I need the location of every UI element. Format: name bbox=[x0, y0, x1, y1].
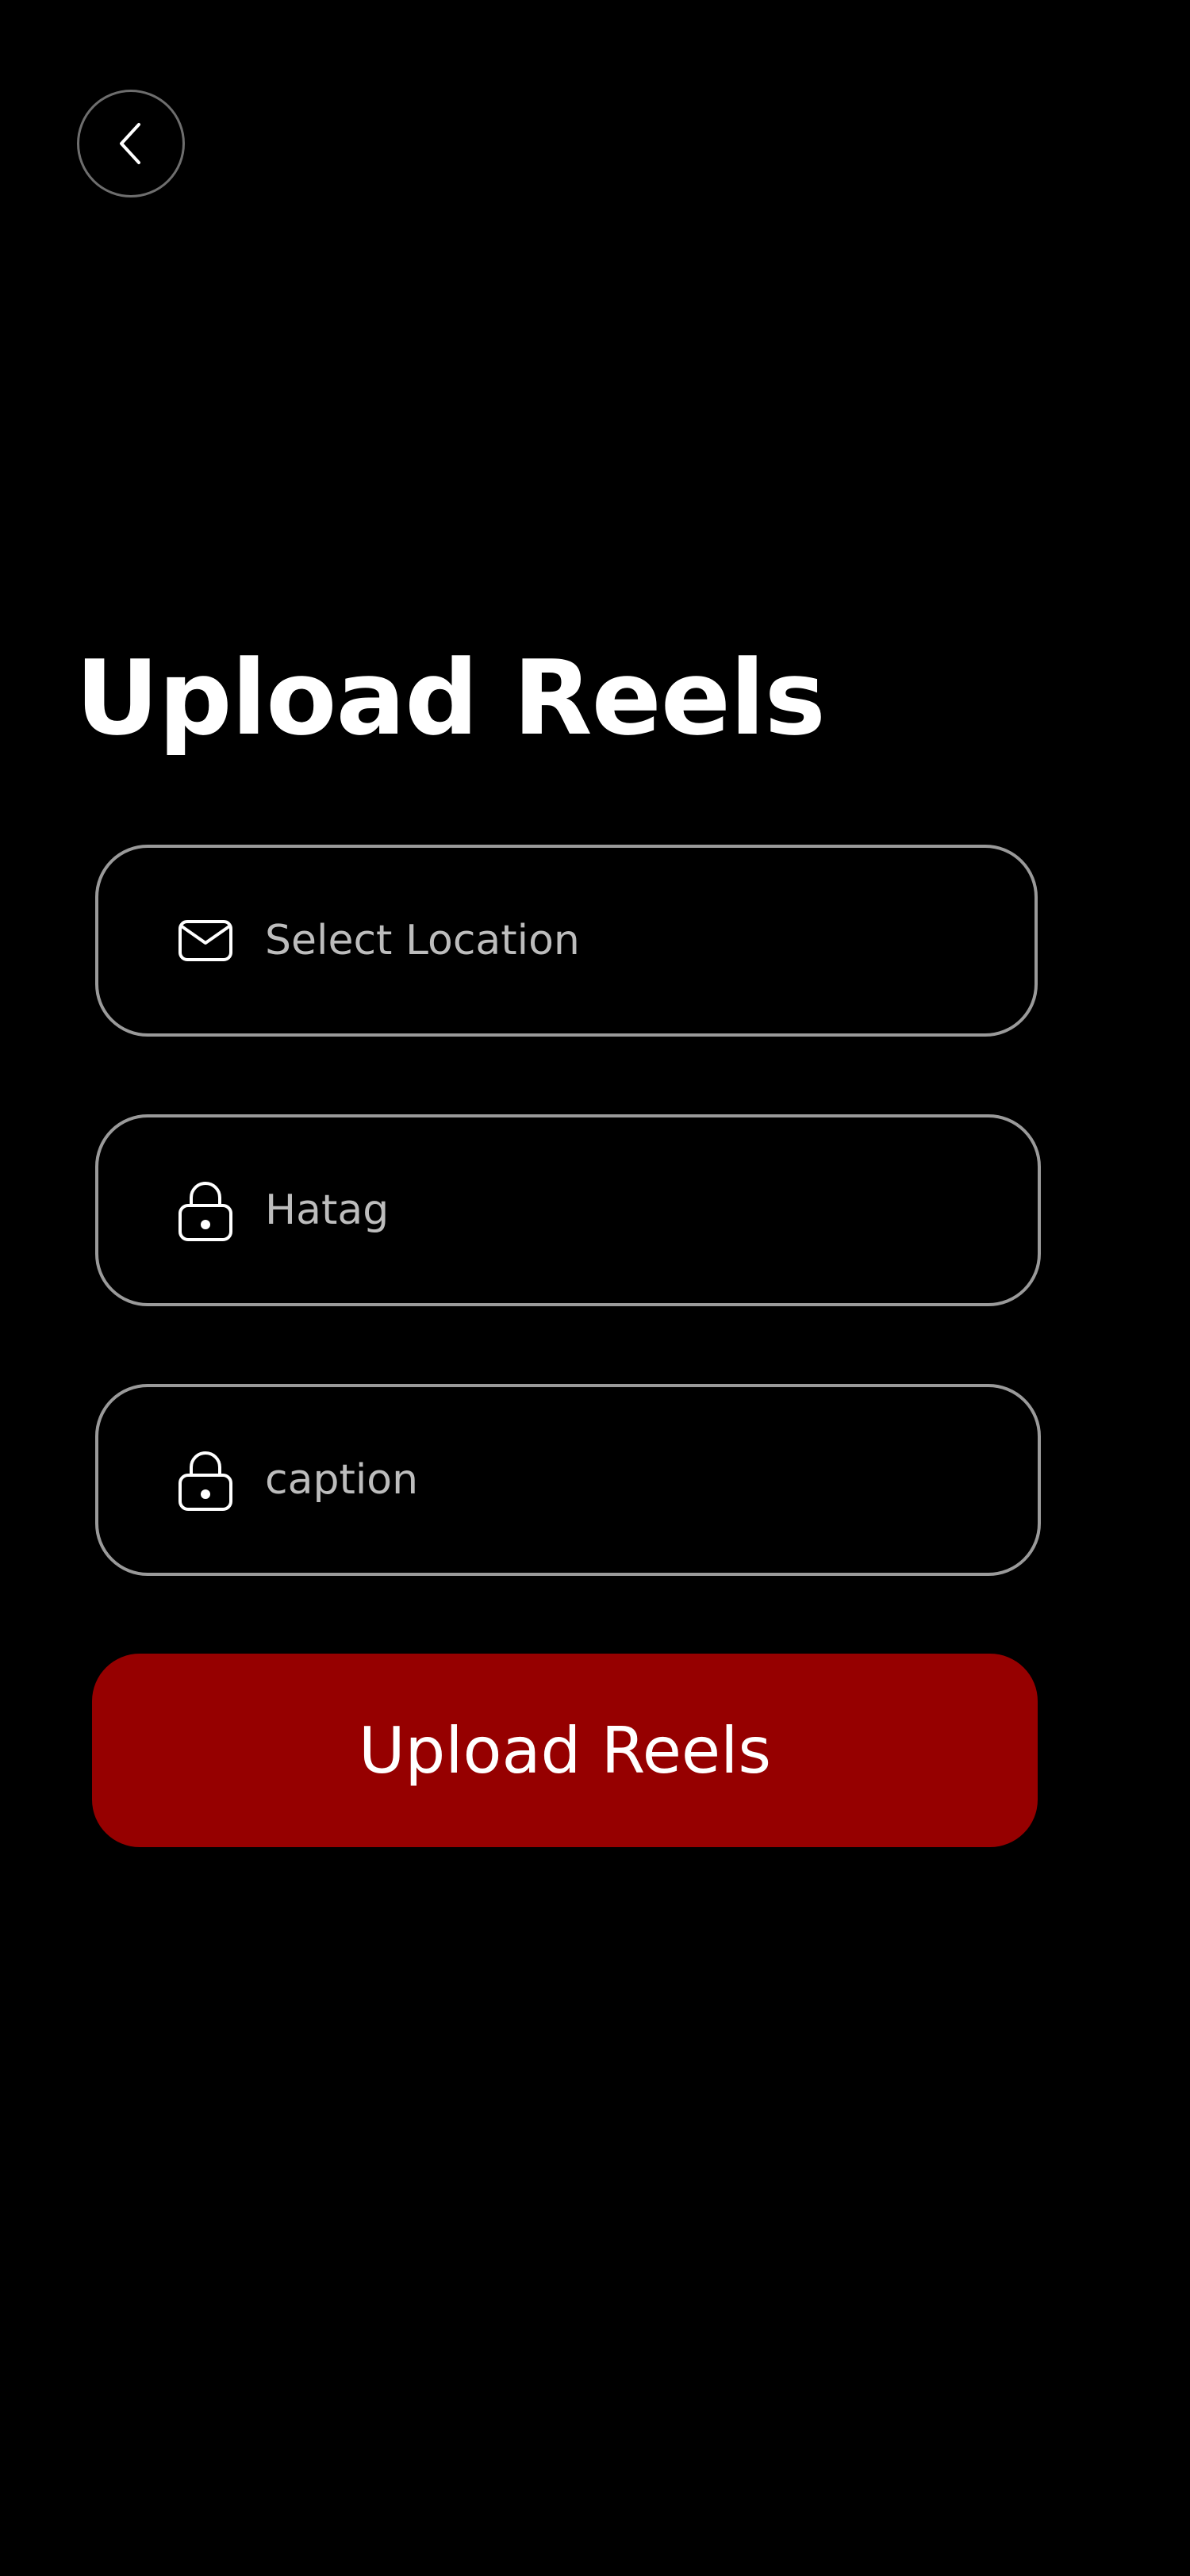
location-input[interactable] bbox=[265, 917, 979, 964]
page-title: Upload Reels bbox=[75, 638, 826, 758]
lock-icon bbox=[176, 1179, 235, 1242]
chevron-left-icon bbox=[115, 121, 147, 166]
hashtag-input[interactable] bbox=[265, 1186, 979, 1234]
caption-input[interactable] bbox=[265, 1456, 979, 1504]
location-field[interactable] bbox=[95, 845, 1038, 1037]
caption-field[interactable] bbox=[95, 1384, 1041, 1576]
upload-reels-button[interactable]: Upload Reels bbox=[92, 1654, 1038, 1847]
lock-icon bbox=[176, 1448, 235, 1512]
envelope-icon bbox=[176, 909, 235, 972]
hashtag-field[interactable] bbox=[95, 1114, 1041, 1306]
back-button[interactable] bbox=[77, 90, 185, 197]
